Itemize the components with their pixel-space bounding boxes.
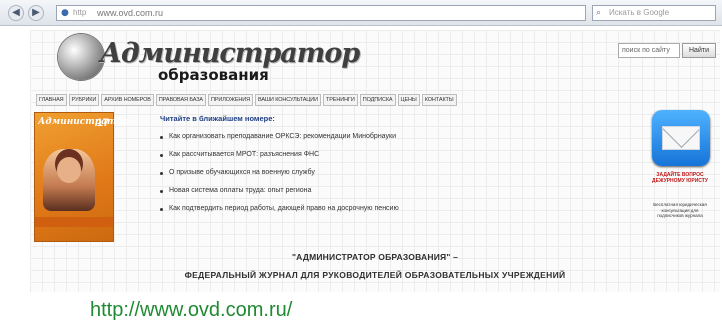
nav-item-appendices[interactable]: ПРИЛОЖЕНИЯ <box>208 94 254 106</box>
envelope-icon <box>662 126 700 150</box>
tagline-title: "АДМИНИСТРАТОР ОБРАЗОВАНИЯ" – <box>291 252 459 262</box>
article-link[interactable]: Как подтвердить период работы, дающей пр… <box>169 204 399 214</box>
cover-title: Администратор <box>38 117 129 127</box>
promo-title[interactable]: ЗАДАЙТЕ ВОПРОС ДЕЖУРНОМУ ЮРИСТУ <box>648 172 712 184</box>
nav-item-archive[interactable]: АРХИВ НОМЕРОВ <box>101 94 154 106</box>
logo-globe-icon <box>58 34 104 80</box>
nav-item-consultations[interactable]: ВАШИ КОНСУЛЬТАЦИИ <box>255 94 321 106</box>
magazine-cover[interactable]: Администратор 17 <box>34 112 129 242</box>
nav-item-home[interactable]: ГЛАВНАЯ <box>36 94 67 106</box>
main-navigation: ГЛАВНАЯ РУБРИКИ АРХИВ НОМЕРОВ ПРАВОВАЯ Б… <box>36 94 459 106</box>
article-link[interactable]: О призыве обучающихся на военную службу <box>169 168 315 178</box>
list-item[interactable]: Как подтвердить период работы, дающей пр… <box>160 200 399 218</box>
articles-heading: Читайте в ближайшем номере: <box>160 114 275 123</box>
site-logo-script[interactable]: Администратор <box>100 38 360 69</box>
address-protocol: http <box>73 8 87 17</box>
cover-strip <box>35 217 113 227</box>
browser-toolbar: ◀ ▶ ● http www.ovd.com.ru ⌕ Искать в Goo… <box>0 0 722 26</box>
nav-item-legal-base[interactable]: ПРАВОВАЯ БАЗА <box>155 94 207 106</box>
bullet-icon <box>160 153 163 157</box>
article-link[interactable]: Как организовать преподавание ОРКСЭ: рек… <box>169 132 396 142</box>
nav-item-subscription[interactable]: ПОДПИСКА <box>359 94 396 106</box>
address-text: www.ovd.com.ru <box>97 8 164 18</box>
site-search-input[interactable]: поиск по сайту <box>618 43 680 58</box>
list-item[interactable]: Новая система оплаты труда: опыт региона <box>160 182 399 200</box>
list-item[interactable]: О призыве обучающихся на военную службу <box>160 164 399 182</box>
bullet-icon <box>160 135 163 139</box>
site-logo-subtitle[interactable]: образования <box>158 66 269 84</box>
bullet-icon <box>160 171 163 175</box>
tagline-subtitle: ФЕДЕРАЛЬНЫЙ ЖУРНАЛ ДЛЯ РУКОВОДИТЕЛЕЙ ОБР… <box>184 270 566 280</box>
article-link[interactable]: Как рассчитывается МРОТ: разъяснения ФНС <box>169 150 319 160</box>
list-item[interactable]: Как организовать преподавание ОРКСЭ: рек… <box>160 128 399 146</box>
articles-list: Как организовать преподавание ОРКСЭ: рек… <box>160 128 399 218</box>
web-page: Администратор образования поиск по сайту… <box>30 30 720 292</box>
search-icon: ⌕ <box>596 8 602 18</box>
site-search-button[interactable]: Найти <box>682 43 716 58</box>
right-sidebar: ЗАДАЙТЕ ВОПРОС ДЕЖУРНОМУ ЮРИСТУ Бесплатн… <box>648 110 712 288</box>
nav-item-trainings[interactable]: ТРЕНИНГИ <box>322 94 358 106</box>
mail-icon[interactable] <box>652 110 710 166</box>
nav-item-prices[interactable]: ЦЕНЫ <box>397 94 420 106</box>
nav-item-rubrics[interactable]: РУБРИКИ <box>68 94 100 106</box>
bullet-icon <box>160 189 163 193</box>
list-item[interactable]: Как рассчитывается МРОТ: разъяснения ФНС <box>160 146 399 164</box>
cover-issue-number: 17 <box>96 117 109 129</box>
footer-url[interactable]: http://www.ovd.com.ru/ <box>90 299 292 322</box>
browser-search-placeholder: Искать в Google <box>609 8 670 17</box>
article-link[interactable]: Новая система оплаты труда: опыт региона <box>169 186 311 196</box>
promo-text: Бесплатная юридическая консультация для … <box>653 202 707 218</box>
back-icon[interactable]: ◀ <box>8 5 24 21</box>
cover-photo <box>43 149 95 211</box>
address-bar[interactable]: ● http www.ovd.com.ru <box>56 5 586 21</box>
bullet-icon <box>160 207 163 211</box>
globe-icon: ● <box>61 8 69 18</box>
forward-icon[interactable]: ▶ <box>28 5 44 21</box>
nav-item-contacts[interactable]: КОНТАКТЫ <box>421 94 457 106</box>
browser-search-input[interactable]: ⌕ Искать в Google <box>592 5 716 21</box>
